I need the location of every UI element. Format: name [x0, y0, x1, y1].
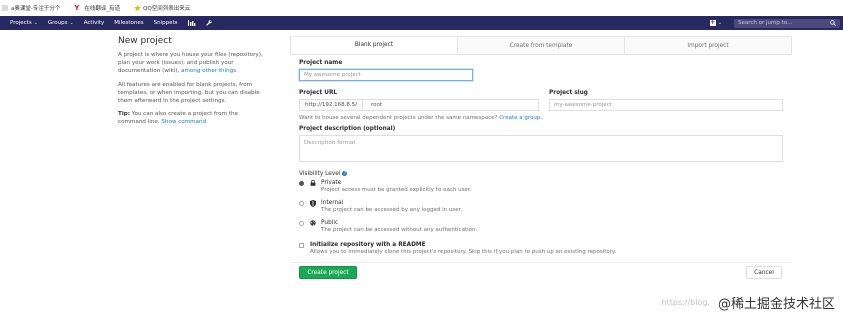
readme-label: Initialize repository with a README — [310, 242, 426, 248]
intro-panel: New project A project is where you house… — [118, 36, 266, 132]
visibility-title: Public — [321, 220, 339, 226]
watermark: https://blog. @稀土掘金技术社区 — [661, 290, 835, 314]
tab-blank-project[interactable]: Blank project — [291, 37, 458, 54]
project-url-group: Project URL http://192.168.8.5/ root — [299, 90, 539, 111]
visibility-text: Private Project access must be granted e… — [321, 180, 471, 193]
bookmarks-bar: a奥课堂-专注于分个 Y 在线翻译_有道 QQ空间列表出来云 — [0, 0, 843, 16]
project-url-prefix: http://192.168.8.5/ — [300, 100, 363, 110]
project-slug-label: Project slug — [549, 90, 588, 96]
watermark-url: https://blog. — [661, 297, 710, 307]
create-group-link[interactable]: Create a group. — [499, 115, 542, 121]
create-project-button[interactable]: Create project — [299, 266, 357, 279]
nav-label: Projects — [10, 20, 32, 26]
nav-groups[interactable]: Groups ⌄ — [48, 20, 74, 26]
shield-icon — [310, 200, 317, 213]
bookmark-label: a奥课堂-专注于分个 — [11, 6, 61, 12]
tab-import-project[interactable]: Import project — [625, 37, 791, 54]
youdao-icon: Y — [74, 4, 80, 12]
nav-milestones[interactable]: Milestones — [114, 20, 143, 26]
visibility-option-internal[interactable]: Internal The project can be accessed by … — [299, 200, 462, 213]
visibility-option-public[interactable]: Public The project can be accessed witho… — [299, 220, 477, 233]
namespace-help: Want to house several dependent projects… — [299, 115, 542, 121]
namespace-help-text: Want to house several dependent projects… — [299, 115, 498, 121]
visibility-desc: Project access must be granted explicitl… — [321, 187, 472, 193]
tip-label: Tip: — [118, 111, 130, 118]
admin-area-icon[interactable] — [187, 20, 196, 26]
description-textarea[interactable]: Description format — [299, 135, 783, 162]
visibility-radio[interactable] — [299, 221, 304, 226]
question-circle-icon[interactable]: ? — [342, 171, 348, 176]
chevron-down-icon: ⌄ — [717, 20, 722, 26]
plus-icon: + — [709, 19, 716, 26]
visibility-title: Internal — [321, 200, 344, 206]
project-slug-group: Project slug my-awesome-project — [549, 90, 783, 111]
nav-label: Groups — [47, 20, 68, 26]
readme-desc: Allows you to immediately clone this pro… — [310, 249, 617, 255]
bookmark-item[interactable]: QQ空间列表出来云 — [134, 4, 190, 12]
top-navbar: Projects ⌄ Groups ⌄ Activity Milestones Sn… — [0, 16, 843, 30]
show-command-link[interactable]: Show command — [161, 119, 206, 125]
bookmark-item[interactable]: Y 在线翻译_有道 — [74, 4, 121, 13]
visibility-radio[interactable] — [299, 181, 304, 186]
watermark-text: @稀土掘金技术社区 — [717, 296, 835, 312]
cancel-button[interactable]: Cancel — [746, 266, 782, 279]
readme-text: Initialize repository with a README Allo… — [310, 242, 616, 255]
qzone-icon — [134, 5, 142, 11]
visibility-label: Visibility Level — [299, 171, 341, 177]
globe-icon — [310, 220, 317, 233]
readme-option[interactable]: Initialize repository with a README Allo… — [299, 242, 616, 255]
project-slug-input[interactable]: my-awesome-project — [549, 99, 783, 111]
tip-paragraph: Tip: You can also create a project from … — [118, 110, 266, 126]
search-input[interactable]: Search or jump to… — [734, 18, 840, 28]
chevron-down-icon: ⌄ — [69, 20, 74, 26]
lock-icon — [310, 179, 317, 193]
visibility-option-private[interactable]: Private Project access must be granted e… — [299, 179, 471, 193]
visibility-text: Public The project can be accessed witho… — [321, 220, 477, 233]
namespace-select[interactable]: root — [363, 102, 382, 108]
features-paragraph: All features are enabled for blank proje… — [118, 81, 260, 105]
project-name-input[interactable]: My awesome project — [299, 69, 473, 81]
wrench-icon[interactable] — [205, 20, 212, 26]
chevron-down-icon: ⌄ — [33, 20, 38, 26]
nav-label: Snippets — [153, 20, 178, 26]
nav-label: Activity — [83, 20, 105, 26]
description-group: Project description (optional) Descripti… — [299, 126, 783, 162]
project-name-placeholder: My awesome project — [304, 72, 361, 78]
form-actions-divider — [290, 262, 792, 263]
nav-label: Milestones — [114, 20, 144, 26]
bookmark-item[interactable]: a奥课堂-专注于分个 — [2, 4, 60, 12]
visibility-desc: The project can be accessed without any … — [321, 227, 478, 233]
visibility-text: Internal The project can be accessed by … — [321, 200, 462, 213]
nav-projects[interactable]: Projects ⌄ — [10, 20, 38, 26]
visibility-radio[interactable] — [299, 201, 304, 206]
new-dropdown-button[interactable]: + ⌄ — [709, 19, 722, 26]
visibility-title: Private — [321, 180, 342, 186]
visibility-desc: The project can be accessed by any logge… — [321, 207, 463, 213]
bookmark-label: QQ空间列表出来云 — [143, 6, 191, 12]
among-other-things-link[interactable]: among other things. — [181, 68, 238, 74]
project-tabs: Blank project Create from template Impor… — [290, 36, 792, 55]
tab-create-from-template[interactable]: Create from template — [458, 37, 625, 54]
visibility-heading: Visibility Level ? — [299, 170, 348, 177]
description-placeholder: Description format — [304, 140, 356, 146]
search-placeholder: Search or jump to… — [738, 20, 793, 26]
intro-paragraph: A project is where you house your files … — [118, 51, 266, 76]
search-icon — [830, 20, 836, 26]
readme-checkbox[interactable] — [299, 243, 304, 248]
project-url-label: Project URL — [299, 90, 338, 96]
project-slug-placeholder: my-awesome-project — [554, 102, 612, 108]
bookmark-label: 在线翻译_有道 — [84, 6, 121, 12]
project-name-label: Project name — [299, 60, 343, 66]
page-title: New project — [118, 36, 172, 46]
navbar-right: + ⌄ Search or jump to… — [709, 16, 843, 30]
description-label: Project description (optional) — [299, 126, 396, 132]
nav-snippets[interactable]: Snippets — [154, 20, 178, 26]
project-url-input[interactable]: http://192.168.8.5/ root — [299, 99, 539, 111]
nav-activity[interactable]: Activity — [84, 20, 105, 26]
project-name-group: Project name My awesome project — [299, 60, 473, 81]
bookmark-icon — [2, 5, 8, 11]
